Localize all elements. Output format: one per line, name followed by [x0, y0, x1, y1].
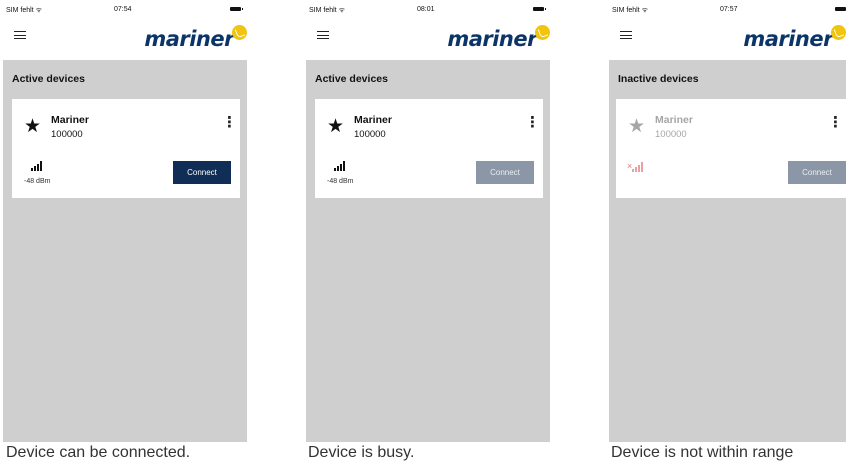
section-title: Active devices — [12, 73, 85, 85]
caption-busy: Device is busy. — [308, 444, 415, 461]
phone-screen-connectable: SIM fehlt ᯤ 07:54 mariner Active devices… — [3, 0, 247, 442]
nav-bar: mariner — [306, 17, 550, 60]
signal-strength: -48 dBm — [327, 178, 354, 185]
brand-wordmark: mariner — [447, 27, 537, 51]
brand-logo: mariner — [144, 25, 247, 51]
nav-bar: mariner — [3, 17, 247, 60]
signal-icon — [334, 161, 348, 171]
caption-connectable: Device can be connected. — [6, 444, 191, 461]
device-list: Active devices ★ Mariner 100000 ⋮ -48 dB… — [3, 60, 247, 442]
brand-wordmark: mariner — [743, 27, 833, 51]
status-bar: SIM fehlt ᯤ 07:54 — [3, 0, 247, 17]
connect-button[interactable]: Connect — [476, 161, 534, 184]
device-card[interactable]: ★ Mariner 100000 ⋮ -48 dBm Connect — [315, 99, 543, 198]
nav-bar: mariner — [609, 17, 846, 60]
brand-logo: mariner — [447, 25, 550, 51]
device-name: Mariner — [354, 114, 392, 126]
device-name: Mariner — [51, 114, 89, 126]
menu-icon[interactable] — [620, 31, 632, 39]
clock: 07:57 — [720, 6, 738, 13]
connect-button[interactable]: Connect — [173, 161, 231, 184]
device-id: 100000 — [354, 129, 386, 140]
clock: 08:01 — [417, 6, 435, 13]
phone-screen-out-of-range: SIM fehlt ᯤ 07:57 mariner Inactive devic… — [609, 0, 846, 442]
section-title: Inactive devices — [618, 73, 699, 85]
device-name: Mariner — [655, 114, 693, 126]
signal-strength: -48 dBm — [24, 178, 51, 185]
phone-screen-busy: SIM fehlt ᯤ 08:01 mariner Active devices… — [306, 0, 550, 442]
device-id: 100000 — [655, 129, 687, 140]
more-vertical-icon[interactable]: ⋮ — [828, 115, 843, 130]
status-bar: SIM fehlt ᯤ 07:57 — [609, 0, 846, 17]
carrier-status: SIM fehlt ᯤ — [6, 7, 42, 14]
more-vertical-icon[interactable]: ⋮ — [222, 115, 237, 130]
device-card[interactable]: ★ Mariner 100000 ⋮ Connect — [616, 99, 846, 198]
battery-icon — [533, 7, 546, 11]
more-vertical-icon[interactable]: ⋮ — [525, 115, 540, 130]
battery-icon — [230, 7, 243, 11]
device-list: Inactive devices ★ Mariner 100000 ⋮ Conn… — [609, 60, 846, 442]
sun-icon — [232, 25, 247, 40]
brand-wordmark: mariner — [144, 27, 234, 51]
device-list: Active devices ★ Mariner 100000 ⋮ -48 dB… — [306, 60, 550, 442]
device-card[interactable]: ★ Mariner 100000 ⋮ -48 dBm Connect — [12, 99, 240, 198]
star-icon[interactable]: ★ — [628, 117, 645, 136]
clock: 07:54 — [114, 6, 132, 13]
menu-icon[interactable] — [317, 31, 329, 39]
carrier-status: SIM fehlt ᯤ — [612, 7, 648, 14]
star-icon[interactable]: ★ — [327, 117, 344, 136]
battery-icon — [835, 7, 846, 11]
brand-logo: mariner — [743, 25, 846, 51]
menu-icon[interactable] — [14, 31, 26, 39]
sun-icon — [831, 25, 846, 40]
signal-icon — [31, 161, 45, 171]
sun-icon — [535, 25, 550, 40]
device-id: 100000 — [51, 129, 83, 140]
carrier-status: SIM fehlt ᯤ — [309, 7, 345, 14]
section-title: Active devices — [315, 73, 388, 85]
star-icon[interactable]: ★ — [24, 117, 41, 136]
status-bar: SIM fehlt ᯤ 08:01 — [306, 0, 550, 17]
caption-out-of-range: Device is not within range — [611, 444, 794, 461]
connect-button[interactable]: Connect — [788, 161, 846, 184]
no-signal-icon — [627, 158, 644, 172]
